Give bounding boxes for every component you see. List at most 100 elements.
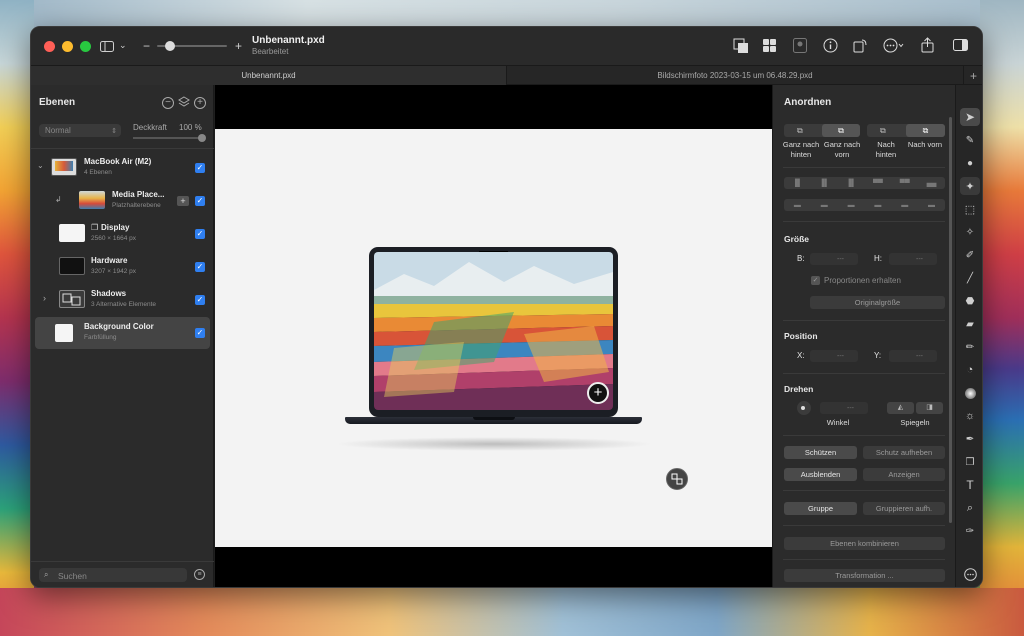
clone-tool-icon[interactable]: ◔ [960, 361, 980, 379]
blend-mode-select[interactable]: Normal ⇕ [39, 124, 121, 137]
layer-hardware[interactable]: Hardware 3207 × 1942 px ✓ [35, 251, 210, 283]
align-middle-icon[interactable]: ▀▀ [900, 180, 910, 187]
paint-brush-tool-icon[interactable]: ╱ [960, 269, 980, 287]
bring-to-front-icon[interactable]: ⧉ [822, 124, 860, 137]
align-center-h-icon[interactable]: ▐▌ [819, 180, 829, 187]
color-adjust-tool-icon[interactable]: ● [960, 154, 980, 172]
layer-visibility-checkbox[interactable]: ✓ [195, 196, 205, 206]
group-button[interactable]: Gruppe [784, 502, 857, 515]
inspector-toggle-icon[interactable] [953, 39, 968, 51]
layer-visibility-checkbox[interactable]: ✓ [195, 295, 205, 305]
filter-icon[interactable]: ≡ [194, 569, 205, 580]
share-icon[interactable] [921, 37, 934, 53]
bucket-tool-icon[interactable]: ⬣ [960, 292, 980, 310]
align-left-icon[interactable]: ▐▌ [792, 180, 802, 187]
close-button[interactable] [44, 40, 55, 52]
artboard[interactable]: + [215, 129, 772, 547]
height-field[interactable]: --- [889, 253, 937, 265]
chevron-down-icon[interactable]: ⌄ [119, 40, 127, 51]
eyedropper-tool-icon[interactable]: ✑ [960, 522, 980, 540]
send-to-back-icon[interactable]: ⧉ [797, 126, 803, 136]
magic-wand-tool-icon[interactable]: ✧ [960, 223, 980, 241]
replace-media-button[interactable]: + [587, 382, 609, 404]
gradient-tool-icon[interactable] [960, 384, 980, 402]
distribute-6-icon[interactable]: ▬ [928, 202, 935, 209]
chevron-right-icon[interactable]: › [43, 293, 46, 303]
remove-layer-icon[interactable]: − [162, 97, 174, 109]
distribute-3-icon[interactable]: ▬ [848, 202, 855, 209]
original-size-button[interactable]: Originalgröße [810, 296, 945, 309]
style-tool-icon[interactable]: ✎ [960, 131, 980, 149]
layer-background-color[interactable]: Background Color Farbfüllung ✓ [35, 317, 210, 349]
pencil-tool-icon[interactable]: ✏ [960, 338, 980, 356]
x-field[interactable]: --- [810, 350, 858, 362]
angle-field[interactable]: --- [820, 402, 868, 414]
y-field[interactable]: --- [889, 350, 937, 362]
opacity-slider[interactable] [133, 134, 206, 142]
portrait-icon[interactable] [793, 38, 807, 53]
align-right-icon[interactable]: ▐▌ [846, 180, 856, 187]
align-top-icon[interactable]: ▀▀ [873, 180, 883, 187]
layer-media-placeholder[interactable]: ↲ Media Place... Platzhalterebene + ✓ [35, 185, 210, 217]
zoom-in-icon[interactable]: + [235, 39, 242, 53]
layer-visibility-checkbox[interactable]: ✓ [195, 328, 205, 338]
proportions-checkbox[interactable]: ✓ [811, 276, 820, 285]
ungroup-button[interactable]: Gruppieren aufh. [863, 502, 945, 515]
grid-icon[interactable] [763, 39, 776, 52]
zoom-out-icon[interactable]: − [143, 39, 150, 53]
layer-visibility-checkbox[interactable]: ✓ [195, 229, 205, 239]
lock-button[interactable]: Schützen [784, 446, 857, 459]
info-icon[interactable] [823, 38, 838, 53]
flip-vertical-icon[interactable]: ◨ [916, 402, 943, 414]
minimize-button[interactable] [62, 40, 73, 52]
distribute-group[interactable]: ▬ ▬ ▬ ▬ ▬ ▬ [784, 199, 945, 211]
add-media-button[interactable]: + [177, 196, 189, 206]
layers-stack-icon[interactable] [178, 96, 190, 114]
swap-icon[interactable] [666, 468, 688, 490]
pen-tool-icon[interactable]: ✒ [960, 430, 980, 448]
layer-visibility-checkbox[interactable]: ✓ [195, 262, 205, 272]
mask-icon[interactable] [733, 38, 749, 54]
add-tab-button[interactable]: + [963, 66, 982, 85]
distribute-5-icon[interactable]: ▬ [901, 202, 908, 209]
more-tools-icon[interactable] [960, 565, 980, 583]
layer-macbook-air[interactable]: ⌄ MacBook Air (M2) 4 Ebenen ✓ [35, 152, 210, 184]
eraser-tool-icon[interactable]: ▰ [960, 315, 980, 333]
retouch-tool-icon[interactable]: ✐ [960, 246, 980, 264]
arrange-tool-icon[interactable]: ➤ [960, 108, 980, 126]
layer-shadows[interactable]: › Shadows 3 Alternative Elemente ✓ [35, 284, 210, 316]
hide-button[interactable]: Ausblenden [784, 468, 857, 481]
sidebar-toggle-icon[interactable] [99, 39, 115, 53]
layer-display[interactable]: ❐ Display 2560 × 1664 px ✓ [35, 218, 210, 250]
distribute-2-icon[interactable]: ▬ [821, 202, 828, 209]
zoom-slider-knob[interactable] [165, 41, 175, 51]
align-horizontal-group[interactable]: ▐▌ ▐▌ ▐▌ ▀▀ ▀▀ ▄▄ [784, 177, 945, 189]
panel-scrollbar[interactable] [949, 117, 952, 523]
shape-tool-icon[interactable]: ❒ [960, 453, 980, 471]
search-field[interactable]: ⌕ Suchen [39, 568, 187, 582]
layer-visibility-checkbox[interactable]: ✓ [195, 163, 205, 173]
zoom-slider[interactable] [157, 41, 227, 51]
tab-bildschirmfoto[interactable]: Bildschirmfoto 2023-03-15 um 06.48.29.px… [508, 66, 962, 85]
combine-layers-button[interactable]: Ebenen kombinieren [784, 537, 945, 550]
effects-tool-icon[interactable]: ✦ [960, 177, 980, 195]
canvas-area[interactable]: + [215, 85, 772, 587]
add-layer-icon[interactable]: + [194, 97, 206, 109]
zoom-tool-icon[interactable]: ⌕ [960, 499, 980, 517]
unlock-button[interactable]: Schutz aufheben [863, 446, 945, 459]
width-field[interactable]: --- [810, 253, 858, 265]
transform-button[interactable]: Transformation ... [784, 569, 945, 582]
zoom-button[interactable] [80, 40, 91, 52]
send-backward-icon[interactable]: ⧉ [880, 126, 886, 136]
angle-dial[interactable] [797, 401, 811, 415]
distribute-4-icon[interactable]: ▬ [874, 202, 881, 209]
rotate-icon[interactable] [853, 38, 868, 53]
opacity-value[interactable]: 100 % [179, 123, 202, 132]
flip-horizontal-icon[interactable]: ◭ [887, 402, 914, 414]
text-tool-icon[interactable]: T [960, 476, 980, 494]
distribute-1-icon[interactable]: ▬ [794, 202, 801, 209]
show-button[interactable]: Anzeigen [863, 468, 945, 481]
bring-forward-icon[interactable]: ⧉ [906, 124, 945, 137]
tab-unbenannt[interactable]: Unbenannt.pxd [31, 66, 507, 85]
opacity-slider-knob[interactable] [198, 134, 206, 142]
